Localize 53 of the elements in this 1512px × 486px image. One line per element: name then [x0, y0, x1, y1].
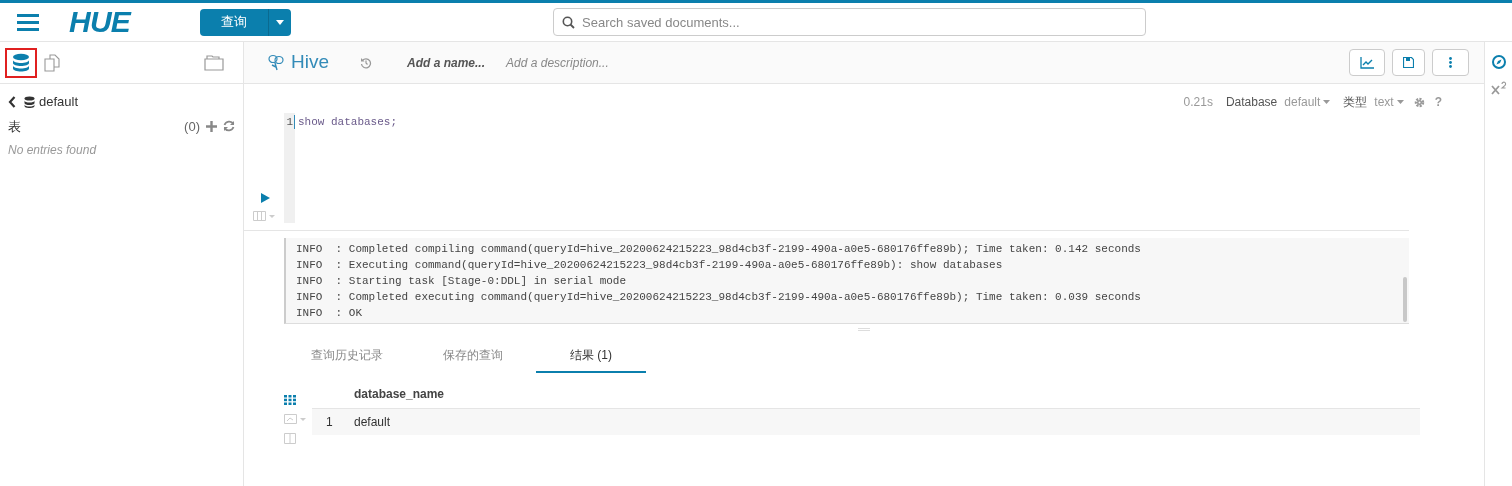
empty-message: No entries found — [8, 142, 98, 159]
back-icon[interactable] — [8, 95, 16, 108]
line-number: 1 — [286, 115, 295, 129]
chart-view-icon[interactable] — [284, 414, 306, 424]
settings-icon[interactable] — [1413, 96, 1425, 108]
database-icon — [12, 52, 30, 73]
save-icon — [1403, 57, 1414, 68]
column-header[interactable]: database_name — [354, 384, 445, 403]
description-field[interactable]: Add a description... — [506, 53, 609, 72]
caret-icon[interactable] — [276, 19, 285, 25]
chart-button[interactable] — [1349, 49, 1385, 76]
editor-title: Hive — [291, 50, 329, 75]
result-tab[interactable]: 结果 (1) — [536, 339, 646, 373]
grid-view-icon[interactable] — [284, 395, 296, 405]
type-label: 类型 — [1343, 94, 1368, 111]
columns-view-icon[interactable] — [284, 433, 296, 444]
history-icon[interactable] — [360, 56, 372, 69]
more-button[interactable] — [1432, 49, 1469, 76]
folder-icon[interactable] — [204, 54, 224, 71]
type-dropdown[interactable]: text — [1374, 93, 1404, 111]
query-log: INFO : Completed compiling command(queryId=hive_20200624215223_98d4cb3f-2199-490a-a0e5-680176ffe89b); Time taken: 0.142 seconds INFO : Executing command(queryId=hive_20200624215223_98d4cb3f-2199-490a-a0e5-680176ffe89b): show databases INFO : Starting task [Stage-0:DDL] in serial mode INFO : Completed executing command(queryId=hive_20200624215223_98d4cb3f-2199-490a-a0e5-680176ffe89b); Time taken: 0.039 seconds INFO : OK — [295, 242, 1141, 321]
row-number: 1 — [325, 414, 334, 431]
elapsed-time: 0.21s — [1183, 94, 1213, 111]
compass-icon[interactable] — [1491, 55, 1506, 69]
line-chart-icon — [1360, 56, 1374, 69]
menu-icon[interactable] — [17, 13, 39, 31]
search-field[interactable]: Search saved documents... — [553, 8, 1147, 36]
name-field[interactable]: Add a name... — [407, 53, 486, 72]
code-line: show databases; — [298, 115, 398, 129]
section-label: 表 — [8, 117, 21, 136]
add-icon[interactable] — [206, 120, 217, 132]
result-tab[interactable]: 查询历史记录 — [284, 339, 410, 373]
table-cell-text: default — [354, 414, 391, 431]
table-count: (0) — [184, 117, 200, 136]
database-dropdown[interactable]: default — [1284, 93, 1331, 111]
scrollbar[interactable] — [1403, 277, 1407, 322]
query-button[interactable]: 查询 — [200, 8, 292, 36]
database-label: Database — [1225, 94, 1278, 111]
database-tab[interactable] — [5, 47, 37, 78]
play-icon[interactable] — [260, 193, 270, 203]
database-name[interactable]: default — [39, 92, 79, 112]
logo[interactable]: HUE — [69, 7, 131, 37]
caret-icon[interactable] — [1396, 100, 1404, 104]
database-icon — [24, 95, 35, 108]
save-button[interactable] — [1392, 49, 1425, 76]
search-icon — [562, 16, 576, 29]
formula-icon[interactable] — [1490, 81, 1507, 95]
caret-icon[interactable] — [1323, 100, 1331, 104]
documents-icon — [44, 53, 62, 72]
result-tab[interactable]: 保存的查询 — [410, 339, 536, 373]
help-icon[interactable]: ? — [1434, 93, 1442, 111]
more-icon — [1449, 57, 1452, 68]
refresh-icon[interactable] — [223, 120, 235, 133]
